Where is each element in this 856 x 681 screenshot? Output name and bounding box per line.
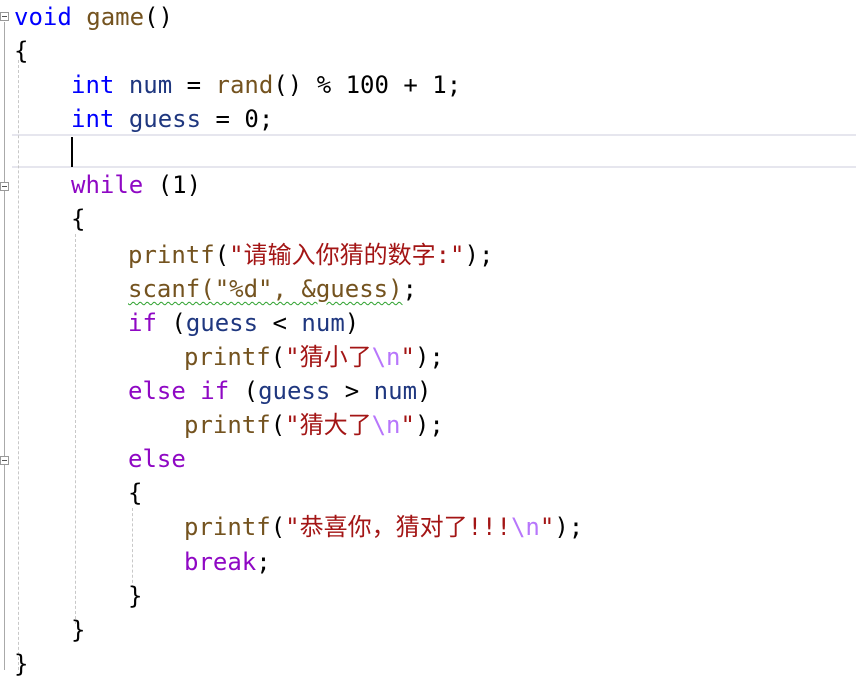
token-control: if [128, 309, 157, 337]
token-punct: () [273, 71, 317, 99]
token-punct: ( [270, 411, 286, 439]
fold-range-line [4, 22, 5, 670]
code-line-19: } [71, 613, 85, 647]
token-control: while [71, 171, 144, 199]
token-brace: { [71, 205, 86, 233]
token-brace: { [128, 479, 143, 507]
token-operator: = 0; [201, 105, 274, 133]
token-escape: \n [510, 513, 540, 541]
token-control: else [128, 445, 186, 473]
token-escape: \n [371, 411, 401, 439]
code-line-11: printf("猜小了\n"); [184, 340, 444, 374]
token-keyword: void [14, 3, 72, 31]
indent-guide [75, 234, 76, 624]
token-string: "恭喜你，猜对了!!! [285, 513, 511, 541]
code-line-20: } [14, 647, 28, 681]
token-operator: < [258, 309, 302, 337]
code-line-14: else [128, 442, 186, 476]
fold-toggle-game[interactable] [0, 12, 9, 21]
code-line-16: printf("恭喜你，猜对了!!!\n"); [184, 510, 583, 544]
token-punct: ); [464, 241, 494, 269]
fold-toggle-else[interactable] [0, 456, 9, 465]
token-string: "猜大了 [285, 411, 372, 439]
token-punct: ( [229, 377, 259, 405]
token-punct: ); [414, 411, 444, 439]
token-escape: \n [371, 343, 401, 371]
token-punct: ( [270, 343, 286, 371]
text-caret [71, 137, 73, 167]
code-line-3: int num = rand() % 100 + 1; [71, 68, 461, 102]
token-string: " [400, 343, 415, 371]
token-variable: num [128, 71, 173, 99]
token-function-warning: scanf("%d", &guess) [128, 275, 403, 303]
token-control: else [128, 377, 186, 405]
indent-guide [18, 60, 19, 670]
token-punct: () [144, 3, 173, 31]
code-line-6: while (1) [71, 168, 201, 202]
code-line-12: else if (guess > num) [128, 374, 431, 408]
token-function: printf [184, 411, 271, 439]
token-keyword: int [71, 105, 115, 133]
token-operator: = [172, 71, 216, 99]
token-variable: guess [185, 309, 259, 337]
token-brace: } [14, 650, 29, 678]
token-variable: num [301, 309, 345, 337]
token-string: " [400, 411, 415, 439]
code-line-9: scanf("%d", &guess); [128, 272, 417, 306]
code-line-10: if (guess < num) [128, 306, 359, 340]
fold-toggle-while[interactable] [0, 182, 9, 191]
code-line-2: { [14, 34, 28, 68]
token-variable: num [373, 377, 418, 405]
token-brace: } [128, 582, 143, 610]
token-variable: guess [128, 105, 202, 133]
token-string: "猜小了 [285, 343, 372, 371]
current-line-highlight [12, 134, 856, 168]
token-function: printf [184, 343, 271, 371]
token-control: if [200, 377, 230, 405]
token-brace: { [14, 37, 29, 65]
token-punct: ); [554, 513, 584, 541]
code-line-1: void game() [14, 0, 173, 34]
code-line-18: } [128, 579, 142, 613]
indent-guide [132, 508, 133, 588]
token-punct: ); [414, 343, 444, 371]
token-string: " [539, 513, 555, 541]
code-line-17: break; [184, 545, 271, 579]
token-punct: ; [402, 275, 417, 303]
code-line-15: { [128, 476, 142, 510]
token-function: printf [128, 241, 215, 269]
token-number: 100 + 1; [331, 71, 462, 99]
code-line-8: printf("请输入你猜的数字:"); [128, 238, 493, 272]
token-brace: } [71, 616, 86, 644]
token-punct: ( [270, 513, 286, 541]
token-punct: ) [344, 309, 360, 337]
token-variable: guess [258, 377, 331, 405]
token-punct: (1) [143, 171, 202, 199]
token-operator: % [316, 71, 332, 99]
token-string: "请输入你猜的数字:" [229, 241, 465, 269]
token-function: game [86, 3, 145, 31]
code-line-13: printf("猜大了\n"); [184, 408, 444, 442]
token-punct: ( [156, 309, 186, 337]
code-line-7: { [71, 202, 85, 236]
token-keyword: int [71, 71, 115, 99]
token-function: printf [184, 513, 271, 541]
token-function: rand [215, 71, 274, 99]
code-editor[interactable]: void game() { int num = rand() % 100 + 1… [0, 0, 856, 681]
token-punct: ( [214, 241, 230, 269]
token-control: break [184, 548, 257, 576]
code-line-4: int guess = 0; [71, 102, 273, 136]
token-punct: ) [417, 377, 432, 405]
token-operator: > [330, 377, 374, 405]
token-punct: ; [256, 548, 271, 576]
